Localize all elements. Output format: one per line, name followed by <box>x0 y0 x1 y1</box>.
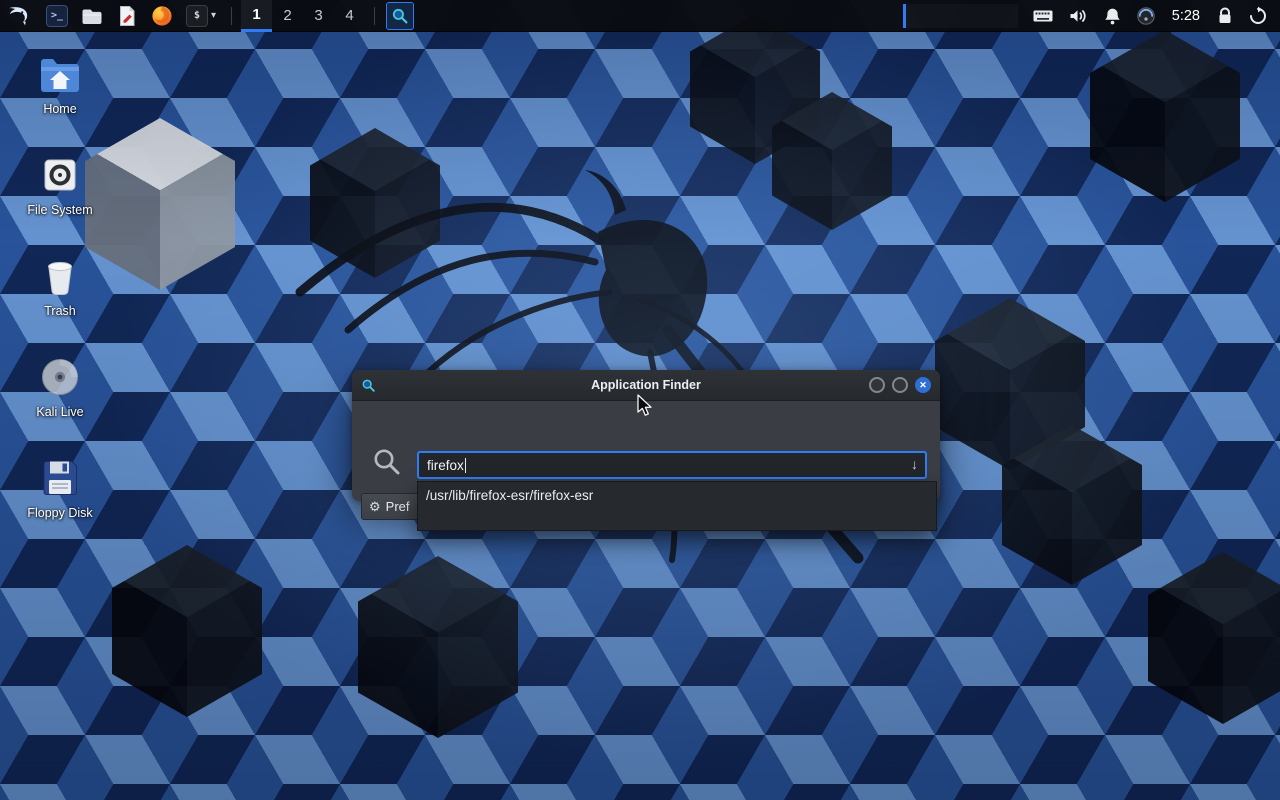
top-panel: >_ $ ▾ 1 2 3 <box>0 0 1280 32</box>
text-editor-launcher-button[interactable] <box>115 4 139 28</box>
window-title: Application Finder <box>352 378 940 392</box>
drive-icon <box>36 151 84 199</box>
tasklist-active-window-indicator[interactable] <box>903 4 1018 28</box>
application-finder-panel-button[interactable] <box>386 2 414 30</box>
titlebar[interactable]: Application Finder ✕ <box>352 370 940 401</box>
desktop-icon-label: Kali Live <box>36 405 83 419</box>
desktop-icon-file-system[interactable]: File System <box>14 151 106 217</box>
search-input[interactable]: firefox ↓ <box>417 451 927 479</box>
search-query-text: firefox <box>427 458 464 473</box>
file-manager-launcher-button[interactable] <box>80 4 104 28</box>
close-icon: ✕ <box>919 380 927 390</box>
window-controls: ✕ <box>869 377 931 393</box>
panel-separator <box>231 7 232 25</box>
terminal-icon: $ <box>186 5 208 27</box>
desktop-icon-label: Trash <box>44 304 76 318</box>
minimize-button[interactable] <box>869 377 885 393</box>
workspace-4-button[interactable]: 4 <box>334 0 365 32</box>
lock-icon[interactable] <box>1216 6 1234 26</box>
desktop-icon-kali-live[interactable]: Kali Live <box>14 353 106 419</box>
home-folder-icon <box>36 50 84 98</box>
shell-prompt-glyph: $ <box>194 10 200 21</box>
application-finder-window: Application Finder ✕ firefox ↓ ⚙ Pref /u… <box>352 370 940 500</box>
search-icon <box>372 447 402 477</box>
workspace-3-button[interactable]: 3 <box>303 0 334 32</box>
text-editor-icon <box>115 4 139 28</box>
desktop-icon-floppy-disk[interactable]: Floppy Disk <box>14 454 106 520</box>
trash-icon <box>36 252 84 300</box>
chevron-down-icon[interactable]: ▾ <box>211 10 216 21</box>
disc-icon <box>36 353 84 401</box>
network-icon[interactable] <box>1136 6 1156 26</box>
kali-logo-icon <box>6 2 33 29</box>
volume-icon[interactable] <box>1068 6 1089 26</box>
text-caret <box>465 458 466 473</box>
desktop-icon-label: Floppy Disk <box>27 506 92 520</box>
terminal-dropdown-launcher-button[interactable]: $ <box>185 4 209 28</box>
result-item[interactable]: /usr/lib/firefox-esr/firefox-esr <box>418 482 936 509</box>
firefox-icon <box>150 4 174 28</box>
maximize-button[interactable] <box>892 377 908 393</box>
notifications-bell-icon[interactable] <box>1103 6 1122 26</box>
preferences-label: Pref <box>386 499 410 514</box>
desktop-icon-trash[interactable]: Trash <box>14 252 106 318</box>
kali-menu-button[interactable] <box>6 2 33 29</box>
workspace-2-button[interactable]: 2 <box>272 0 303 32</box>
panel-separator <box>374 7 375 25</box>
finder-body: firefox ↓ ⚙ Pref /usr/lib/firefox-esr/fi… <box>352 401 940 501</box>
completion-dropdown: /usr/lib/firefox-esr/firefox-esr <box>417 481 937 531</box>
desktop-icon-home[interactable]: Home <box>14 50 106 116</box>
folder-icon <box>80 4 104 28</box>
logout-icon[interactable] <box>1248 6 1268 26</box>
keyboard-icon[interactable] <box>1032 6 1054 26</box>
terminal-launcher-button[interactable]: >_ <box>45 4 69 28</box>
workspace-1-button[interactable]: 1 <box>241 0 272 32</box>
search-icon <box>391 7 409 25</box>
terminal-icon: >_ <box>46 5 68 27</box>
firefox-launcher-button[interactable] <box>150 4 174 28</box>
clock[interactable]: 5:28 <box>1170 8 1202 24</box>
combo-arrow-icon[interactable]: ↓ <box>911 456 918 472</box>
window-icon <box>361 377 377 393</box>
desktop-icon-label: File System <box>27 203 92 217</box>
close-button[interactable]: ✕ <box>915 377 931 393</box>
desktop-icon-column: Home File System Trash <box>14 50 106 520</box>
system-tray: 5:28 <box>1032 6 1268 26</box>
terminal-prompt-glyph: >_ <box>51 10 63 21</box>
floppy-icon <box>36 454 84 502</box>
gear-icon: ⚙ <box>369 499 381 515</box>
desktop-icon-label: Home <box>43 102 76 116</box>
